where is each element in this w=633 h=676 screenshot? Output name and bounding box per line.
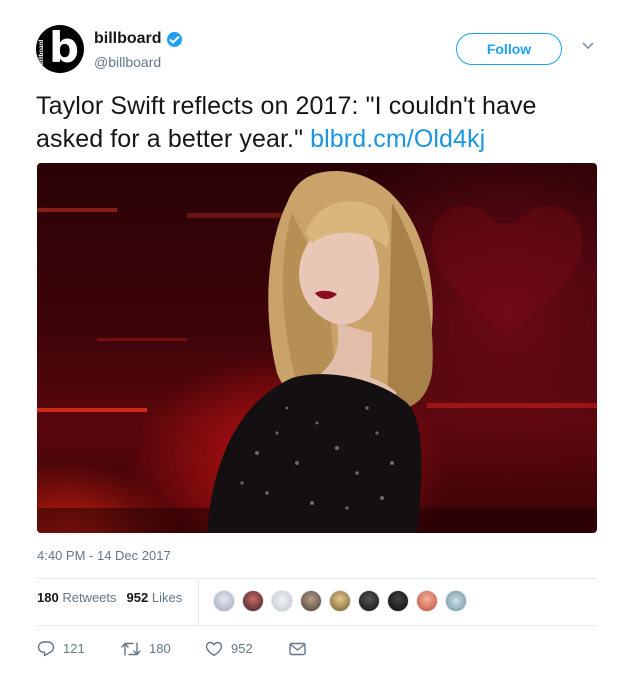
- like-count: 952: [231, 641, 253, 656]
- envelope-icon[interactable]: [289, 642, 306, 656]
- follow-button[interactable]: Follow: [456, 33, 562, 65]
- tweet-timestamp[interactable]: 4:40 PM - 14 Dec 2017: [37, 548, 171, 563]
- heart-icon[interactable]: [205, 641, 223, 657]
- tweet-photo[interactable]: [37, 163, 597, 533]
- like-stat[interactable]: 952 Likes: [127, 590, 183, 605]
- tweet-actions: 121 180 952: [37, 640, 306, 657]
- liker-avatar[interactable]: [329, 590, 351, 612]
- tweet-stats: 180 Retweets 952 Likes: [37, 590, 182, 605]
- divider-bottom: [37, 625, 597, 626]
- tweet-card: b billboard billboard @billboard Follow …: [0, 0, 633, 676]
- display-name-text[interactable]: billboard: [94, 30, 162, 48]
- user-handle[interactable]: @billboard: [94, 54, 161, 70]
- retweet-stat-count: 180: [37, 590, 59, 605]
- liker-avatar[interactable]: [358, 590, 380, 612]
- reply-count: 121: [63, 641, 85, 656]
- dm-action[interactable]: [289, 642, 306, 656]
- display-name[interactable]: billboard: [94, 30, 182, 48]
- liker-avatar[interactable]: [387, 590, 409, 612]
- divider-top: [37, 578, 597, 579]
- verified-badge-icon: [166, 31, 182, 47]
- photo-illustration: [37, 171, 597, 533]
- retweet-action[interactable]: 180: [121, 641, 205, 657]
- liker-avatar[interactable]: [300, 590, 322, 612]
- avatar-side-text: billboard: [39, 39, 45, 65]
- reply-icon[interactable]: [37, 640, 55, 657]
- tweet-link[interactable]: blbrd.cm/Old4kj: [310, 125, 485, 153]
- tweet-text: Taylor Swift reflects on 2017: "I couldn…: [36, 90, 606, 156]
- chevron-down-icon[interactable]: [582, 42, 594, 50]
- retweet-stat[interactable]: 180 Retweets: [37, 590, 117, 605]
- liker-avatar[interactable]: [445, 590, 467, 612]
- stats-separator: [198, 579, 199, 625]
- liker-avatar[interactable]: [242, 590, 264, 612]
- liker-avatar[interactable]: [271, 590, 293, 612]
- like-stat-count: 952: [126, 590, 149, 605]
- liker-avatar[interactable]: [213, 590, 235, 612]
- retweet-icon[interactable]: [121, 641, 141, 657]
- retweet-stat-label: Retweets: [62, 590, 117, 605]
- liker-avatars: [213, 590, 474, 612]
- avatar[interactable]: b billboard: [36, 25, 84, 73]
- avatar-letter: b: [49, 25, 79, 72]
- like-stat-label: Likes: [151, 590, 183, 605]
- retweet-count: 180: [149, 641, 171, 656]
- reply-action[interactable]: 121: [37, 640, 121, 657]
- liker-avatar[interactable]: [416, 590, 438, 612]
- like-action[interactable]: 952: [205, 641, 289, 657]
